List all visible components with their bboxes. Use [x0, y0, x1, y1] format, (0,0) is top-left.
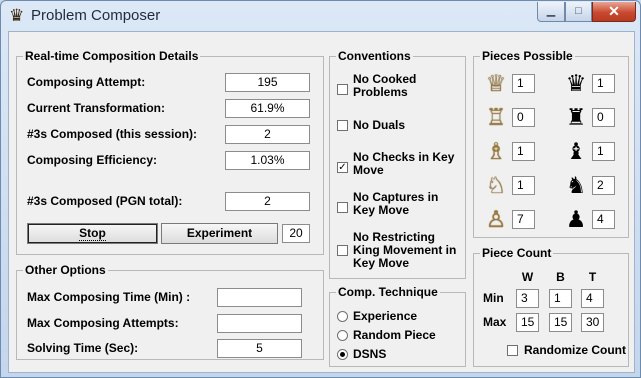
max-white-field[interactable]: 15: [516, 313, 539, 332]
black-rook-count[interactable]: 0: [592, 108, 615, 127]
close-button[interactable]: ✕: [592, 2, 636, 22]
no-captures-in-key-move-checkbox[interactable]: [337, 202, 348, 213]
white-rook-icon: ♖: [485, 104, 507, 130]
experience-label: Experience: [353, 309, 418, 323]
random-piece-radio[interactable]: [337, 330, 348, 341]
composing-efficiency-field[interactable]: 1.03%: [225, 151, 310, 170]
max-total-field[interactable]: 30: [581, 313, 604, 332]
no-cooked-problems-checkbox[interactable]: [337, 84, 348, 95]
black-knight-icon: ♞: [565, 172, 587, 198]
conventions-legend: Conventions: [336, 49, 413, 63]
stop-button-label: Stop: [79, 226, 106, 241]
black-pawn-count[interactable]: 4: [592, 210, 615, 229]
max-composing-time-label: Max Composing Time (Min) :: [27, 290, 191, 304]
max-composing-attempts-label: Max Composing Attempts:: [27, 316, 179, 330]
total-column-header: T: [588, 270, 597, 284]
max-composing-attempts-field[interactable]: [217, 314, 302, 333]
composed-pgn-field[interactable]: 2: [225, 192, 310, 211]
composing-attempt-field[interactable]: 195: [225, 73, 310, 92]
close-icon: ✕: [608, 3, 620, 19]
stop-button[interactable]: Stop: [27, 223, 158, 244]
black-rook-icon: ♜: [565, 104, 587, 130]
minimize-button[interactable]: ▁: [537, 2, 565, 22]
no-checks-in-key-move-checkbox[interactable]: ✓: [337, 162, 348, 173]
white-queen-icon: ♕: [485, 70, 507, 96]
chess-queen-icon: ♛: [9, 6, 25, 25]
white-bishop-count[interactable]: 1: [512, 142, 535, 161]
black-bishop-icon: ♝: [565, 138, 587, 164]
solving-time-field[interactable]: 5: [217, 339, 302, 358]
min-total-field[interactable]: 4: [581, 289, 604, 308]
white-rook-count[interactable]: 0: [512, 108, 535, 127]
no-checks-in-key-move-label: No Checks in Key Move: [353, 150, 455, 177]
black-column-header: B: [556, 270, 565, 284]
max-label: Max: [483, 315, 507, 329]
no-cooked-problems-label: No Cooked Problems: [353, 72, 417, 99]
composed-session-label: #3s Composed (this session):: [27, 127, 198, 141]
minimize-icon: ▁: [546, 5, 556, 17]
experiment-count-field[interactable]: 20: [282, 224, 310, 243]
black-bishop-count[interactable]: 1: [592, 142, 615, 161]
maximize-icon: □: [575, 5, 582, 17]
white-knight-icon: ♘: [485, 172, 507, 198]
composed-pgn-label: #3s Composed (PGN total):: [27, 194, 183, 208]
black-queen-count[interactable]: 1: [592, 74, 615, 93]
experiment-button[interactable]: Experiment: [161, 223, 278, 244]
pieces-possible-group: Pieces Possible ♕ 1 ♛ 1 ♖ 0 ♜ 0 ♗ 1 ♝ 1 …: [473, 49, 629, 238]
realtime-details-group: Real-time Composition Details Composing …: [16, 49, 324, 255]
current-transformation-field[interactable]: 61.9%: [225, 99, 310, 118]
randomize-count-checkbox[interactable]: [507, 345, 518, 356]
window-title: Problem Composer: [31, 7, 161, 24]
no-duals-label: No Duals: [353, 118, 406, 132]
no-duals-checkbox[interactable]: [337, 120, 348, 131]
black-queen-icon: ♛: [565, 70, 587, 96]
random-piece-label: Random Piece: [353, 328, 436, 342]
experience-radio[interactable]: [337, 311, 348, 322]
other-options-legend: Other Options: [23, 263, 108, 277]
dsns-radio[interactable]: [337, 349, 348, 360]
piece-count-group: Piece Count W B T Min 3 1 4 Max 15 15 30…: [473, 246, 629, 367]
white-column-header: W: [521, 270, 534, 284]
client-area: Real-time Composition Details Composing …: [8, 31, 635, 373]
composing-attempt-label: Composing Attempt:: [27, 75, 146, 89]
black-pawn-icon: ♟: [565, 206, 587, 232]
comp-technique-legend: Comp. Technique: [336, 285, 440, 299]
min-white-field[interactable]: 3: [516, 289, 539, 308]
no-restricting-king-checkbox[interactable]: [337, 245, 348, 256]
composed-session-field[interactable]: 2: [225, 125, 310, 144]
no-restricting-king-label: No Restricting King Movement in Key Move: [353, 230, 457, 270]
other-options-group: Other Options Max Composing Time (Min) :…: [16, 263, 324, 360]
composing-efficiency-label: Composing Efficiency:: [27, 153, 158, 167]
problem-composer-window: ♛ Problem Composer ▁ □ ✕ Real-time Compo…: [0, 0, 641, 378]
pieces-possible-legend: Pieces Possible: [480, 49, 575, 63]
white-pawn-count[interactable]: 7: [512, 210, 535, 229]
piece-count-legend: Piece Count: [480, 246, 554, 260]
min-black-field[interactable]: 1: [549, 289, 572, 308]
no-captures-in-key-move-label: No Captures in Key Move: [353, 190, 439, 217]
current-transformation-label: Current Transformation:: [27, 101, 166, 115]
max-black-field[interactable]: 15: [549, 313, 572, 332]
realtime-details-legend: Real-time Composition Details: [23, 49, 201, 63]
randomize-count-label: Randomize Count: [524, 343, 626, 357]
black-knight-count[interactable]: 2: [592, 176, 615, 195]
white-queen-count[interactable]: 1: [512, 74, 535, 93]
comp-technique-group: Comp. Technique Experience Random Piece …: [329, 285, 466, 367]
conventions-group: Conventions No Cooked Problems No Duals …: [329, 49, 466, 279]
solving-time-label: Solving Time (Sec):: [27, 341, 139, 355]
min-label: Min: [483, 291, 504, 305]
white-bishop-icon: ♗: [485, 138, 507, 164]
white-pawn-icon: ♙: [485, 206, 507, 232]
maximize-button[interactable]: □: [565, 2, 592, 22]
dsns-label: DSNS: [353, 347, 387, 361]
title-bar[interactable]: ♛ Problem Composer ▁ □ ✕: [1, 1, 640, 31]
white-knight-count[interactable]: 1: [512, 176, 535, 195]
max-composing-time-field[interactable]: [217, 288, 302, 307]
